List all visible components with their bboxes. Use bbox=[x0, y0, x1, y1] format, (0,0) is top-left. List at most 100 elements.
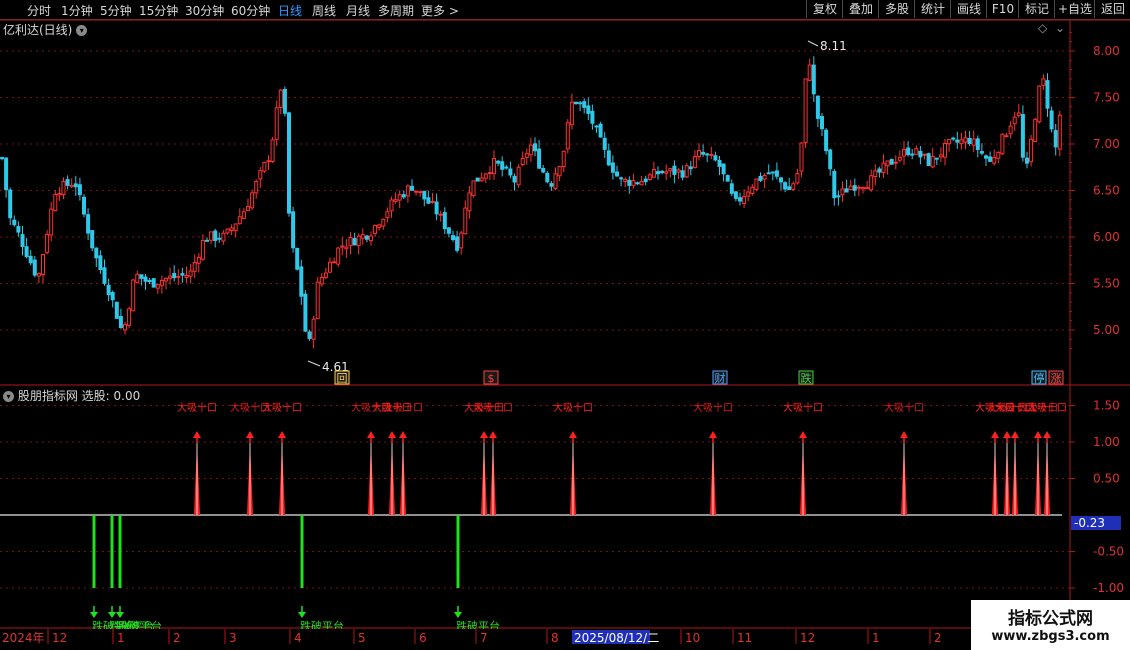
indicator-axis-label: 1.00 bbox=[1093, 435, 1120, 449]
candle-body bbox=[118, 316, 123, 328]
candle bbox=[356, 233, 361, 255]
candle-body bbox=[938, 154, 943, 158]
candle-body bbox=[188, 270, 193, 277]
candle bbox=[414, 190, 419, 196]
event-marker-label: 财 bbox=[715, 371, 726, 385]
candle-body bbox=[1004, 135, 1009, 138]
diamond-icon[interactable]: ◇ bbox=[1038, 21, 1047, 35]
candle bbox=[770, 171, 775, 181]
date-axis-label: 1 bbox=[117, 631, 125, 645]
candle-body bbox=[467, 192, 472, 212]
candle-body bbox=[110, 292, 115, 301]
candle bbox=[565, 118, 570, 154]
candle bbox=[791, 181, 796, 191]
candle-body bbox=[61, 180, 66, 195]
watermark: 指标公式网 www.zbgs3.com bbox=[971, 600, 1130, 650]
up-signal bbox=[399, 431, 407, 515]
candle bbox=[594, 125, 599, 133]
candle bbox=[496, 160, 501, 167]
candle-body bbox=[1041, 78, 1046, 86]
price-axis-label: 7.50 bbox=[1093, 91, 1120, 105]
date-axis-label: 4 bbox=[294, 631, 302, 645]
chevron-down-circle-icon[interactable]: ▾ bbox=[76, 25, 88, 36]
candle-body bbox=[717, 159, 722, 167]
candle bbox=[139, 274, 144, 286]
candle bbox=[65, 175, 70, 190]
candle-body bbox=[975, 138, 980, 150]
candle bbox=[188, 264, 193, 284]
candle bbox=[1041, 74, 1046, 91]
candle-body bbox=[16, 226, 21, 233]
up-signal bbox=[388, 431, 396, 515]
candle-body bbox=[783, 182, 788, 190]
indicator-axis-label: -1.00 bbox=[1093, 581, 1124, 595]
candle bbox=[200, 234, 205, 261]
candle-body bbox=[352, 238, 357, 246]
candle-body bbox=[520, 157, 525, 166]
candle bbox=[520, 151, 525, 167]
candle-body bbox=[848, 185, 853, 191]
candle-body bbox=[610, 162, 615, 173]
candle bbox=[766, 164, 771, 175]
candle-body bbox=[926, 153, 931, 166]
candle-body bbox=[672, 165, 677, 175]
candle-body bbox=[828, 149, 833, 170]
candle bbox=[192, 254, 197, 279]
candle bbox=[902, 140, 906, 165]
candle bbox=[315, 277, 320, 320]
stock-title[interactable]: 亿利达(日线) ▾ bbox=[3, 21, 88, 38]
candle bbox=[922, 153, 927, 160]
candle-body bbox=[69, 184, 74, 188]
candle bbox=[36, 272, 41, 284]
candle bbox=[746, 185, 751, 202]
up-signal bbox=[709, 431, 717, 515]
candle bbox=[926, 152, 931, 167]
candle bbox=[553, 167, 558, 191]
candle-body bbox=[910, 153, 915, 156]
candle bbox=[1033, 117, 1038, 142]
candle-body bbox=[147, 279, 152, 282]
candle-body bbox=[524, 153, 529, 158]
candle bbox=[516, 164, 521, 188]
candle bbox=[807, 58, 812, 82]
candle bbox=[401, 190, 406, 200]
candle-body bbox=[820, 116, 824, 130]
candle-body bbox=[1033, 119, 1038, 142]
candle bbox=[811, 56, 816, 102]
candle bbox=[996, 151, 1001, 164]
candle bbox=[844, 179, 849, 193]
candle bbox=[422, 190, 427, 207]
candle-body bbox=[291, 211, 296, 249]
candle-body bbox=[643, 178, 648, 183]
candle bbox=[278, 88, 283, 114]
candle bbox=[319, 272, 324, 287]
candle bbox=[975, 135, 980, 158]
candle bbox=[135, 270, 140, 284]
candle bbox=[602, 132, 607, 158]
indicator-title[interactable]: ▾ 股朋指标网 选股: 0.00 bbox=[3, 387, 140, 404]
candle-body bbox=[1008, 125, 1013, 135]
down-arrow-icon bbox=[454, 612, 462, 618]
candle-body bbox=[492, 158, 496, 175]
candle-body bbox=[303, 293, 308, 332]
candle-body bbox=[582, 101, 587, 108]
candle bbox=[967, 131, 972, 147]
candle-body bbox=[225, 228, 230, 234]
candle-body bbox=[815, 95, 820, 119]
candle-body bbox=[1012, 116, 1017, 125]
candle bbox=[221, 230, 226, 245]
candle bbox=[340, 237, 345, 256]
candle bbox=[820, 113, 824, 136]
candle-body bbox=[979, 151, 984, 154]
chevron-down-circle-icon[interactable]: ▾ bbox=[3, 391, 14, 402]
date-axis-year: 2024年 bbox=[2, 631, 45, 645]
chevron-down-circle-icon[interactable]: ⌄ bbox=[1055, 21, 1065, 35]
candle-body bbox=[692, 156, 697, 168]
candle-body bbox=[1057, 114, 1062, 150]
candle-body bbox=[832, 170, 837, 199]
candle bbox=[463, 200, 468, 235]
candle bbox=[639, 176, 644, 186]
candle bbox=[159, 275, 164, 294]
candle-body bbox=[299, 266, 304, 297]
candle bbox=[885, 160, 890, 175]
